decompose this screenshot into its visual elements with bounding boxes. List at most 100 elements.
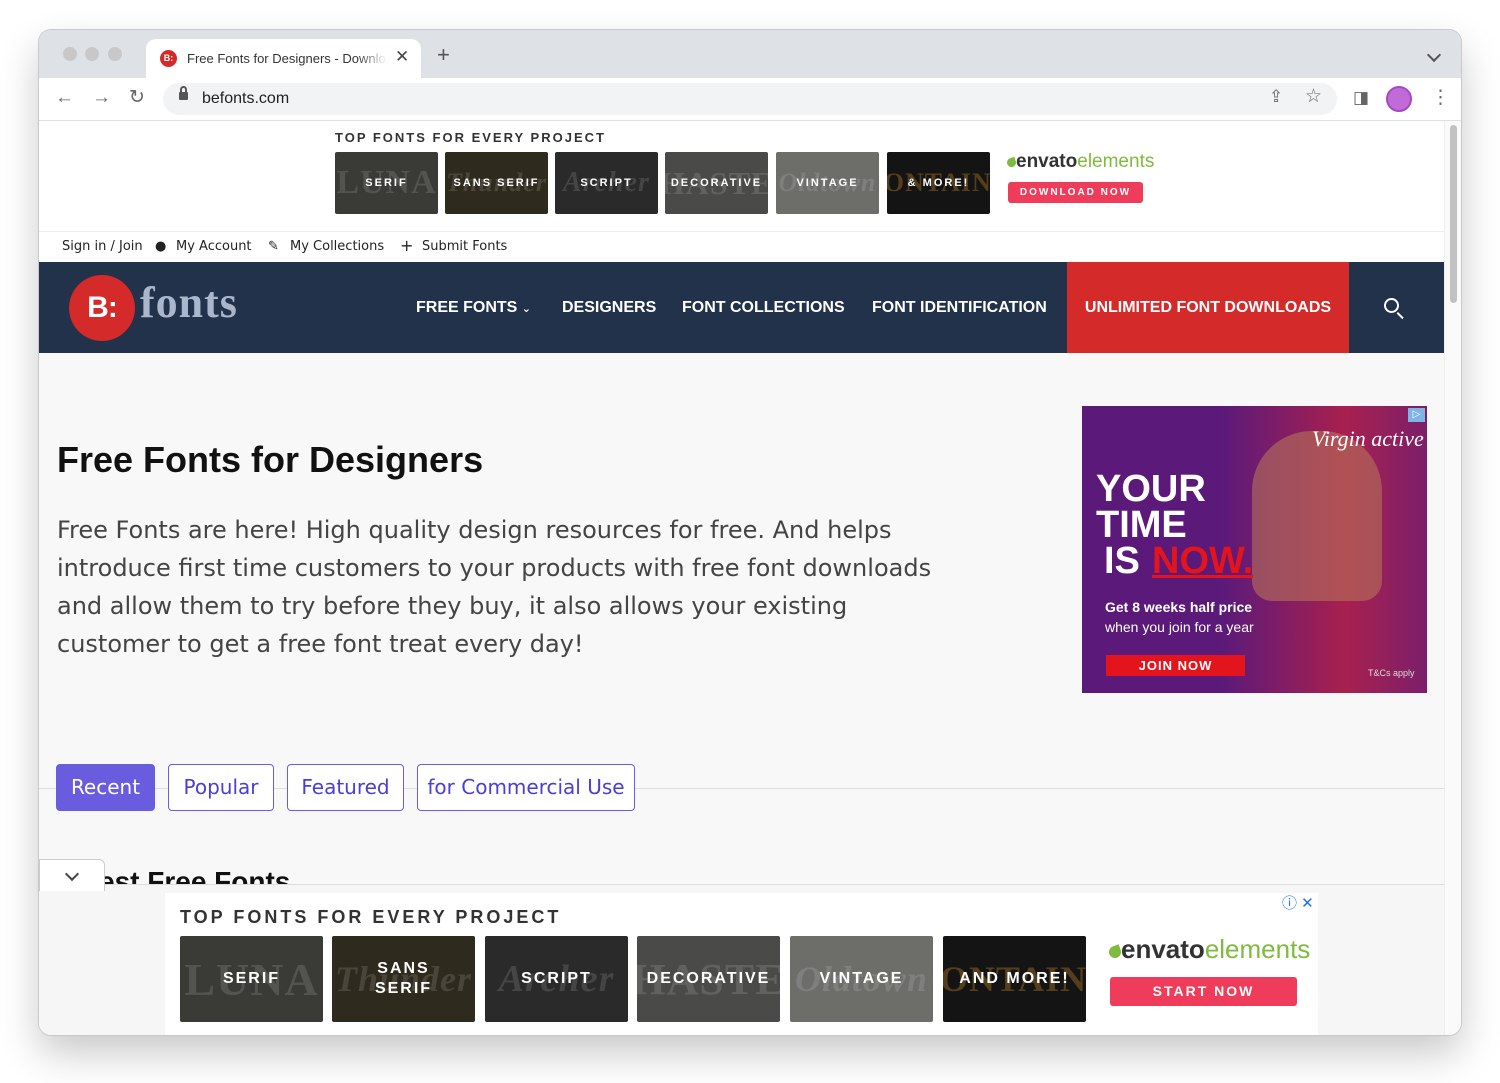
ad-brand-logo: Virgin active: [1312, 426, 1424, 451]
forward-icon[interactable]: →: [92, 87, 111, 109]
ad-offer-detail: when you join for a year: [1105, 619, 1254, 635]
envato-brand: envato: [1121, 934, 1205, 964]
my-account-link[interactable]: My Account: [176, 239, 252, 254]
ad-tile-label: SERIF: [222, 970, 281, 987]
ad-tile-label: SCRIPT: [580, 177, 633, 189]
address-bar[interactable]: befonts.com ⇪ ☆: [163, 83, 1337, 115]
ad-tile-decorative[interactable]: HASTE DECORATIVE: [637, 936, 780, 1022]
user-icon: ●: [155, 239, 167, 254]
search-icon[interactable]: [1384, 298, 1399, 313]
site-logo-word[interactable]: fonts: [140, 277, 238, 328]
browser-window: B: Free Fonts for Designers - Download F…: [39, 30, 1461, 1035]
back-icon[interactable]: ←: [55, 87, 74, 109]
ad-tile-sans-serif[interactable]: Thunder SANS SERIF: [445, 152, 548, 214]
close-tab-icon[interactable]: ✕: [395, 48, 409, 66]
ad-heading: TOP FONTS FOR EVERY PROJECT: [335, 130, 606, 145]
ad-tile-script[interactable]: Archer SCRIPT: [485, 936, 628, 1022]
ad-tile-label: VINTAGE: [819, 970, 904, 987]
main-navbar: B: fonts FREE FONTS ⌄ DESIGNERS FONT COL…: [39, 262, 1444, 353]
nav-free-fonts-label: FREE FONTS: [416, 299, 518, 316]
reload-icon[interactable]: ↻: [129, 87, 145, 109]
tab-strip: B: Free Fonts for Designers - Download F…: [39, 30, 1461, 78]
ad-tile-more[interactable]: FONTAINE& MORE!: [887, 152, 990, 214]
envato-logo: envatoelements: [1107, 934, 1311, 965]
tab-title: Free Fonts for Designers - Download Free…: [187, 51, 387, 66]
plus-icon: +: [400, 236, 414, 255]
ad-tile-label: AND MORE!: [959, 970, 1070, 987]
nav-designers[interactable]: DESIGNERS: [562, 299, 656, 317]
page-scrollbar[interactable]: [1444, 121, 1461, 1035]
ad-tile-label: SANS SERIF: [374, 960, 433, 997]
tab-commercial-use[interactable]: for Commercial Use: [417, 764, 635, 811]
browser-tab[interactable]: B: Free Fonts for Designers - Download F…: [146, 39, 421, 78]
envato-brand: envato: [1016, 151, 1078, 172]
submit-fonts-link[interactable]: Submit Fonts: [422, 239, 507, 254]
adchoices-close-icon[interactable]: ⓘ ✕: [1282, 892, 1314, 913]
ad-tile-label: SCRIPT: [521, 970, 592, 987]
ad-headline-now: NOW.: [1152, 540, 1254, 582]
bottom-banner-ad[interactable]: TOP FONTS FOR EVERY PROJECT LUNA SERIF Th…: [165, 893, 1318, 1035]
ad-heading: TOP FONTS FOR EVERY PROJECT: [180, 907, 562, 927]
pin-icon: ✎: [268, 239, 279, 254]
ad-photo: [1252, 431, 1382, 601]
browser-toolbar: ← → ↻ befonts.com ⇪ ☆ ◨ ⋮: [39, 78, 1461, 121]
side-ad-virgin-active[interactable]: Virgin active YOUR TIME IS NOW. Get 8 we…: [1082, 406, 1427, 693]
share-icon[interactable]: ⇪: [1269, 86, 1283, 108]
nav-font-collections[interactable]: FONT COLLECTIONS: [682, 299, 845, 317]
envato-suffix: elements: [1077, 151, 1155, 172]
collapse-ad-button[interactable]: [39, 859, 105, 891]
profile-avatar[interactable]: [1386, 86, 1412, 112]
ad-tile-serif[interactable]: LUNA SERIF: [335, 152, 438, 214]
ad-tile-script[interactable]: Archer SCRIPT: [555, 152, 658, 214]
tab-recent[interactable]: Recent: [56, 764, 155, 811]
nav-font-identification[interactable]: FONT IDENTIFICATION: [872, 299, 1047, 317]
ad-tile-more[interactable]: FONTAINEAND MORE!: [943, 936, 1086, 1022]
ad-tile-label: DECORATIVE: [670, 177, 763, 189]
tab-search-chevron-icon[interactable]: [1426, 47, 1442, 63]
ad-headline-3: IS: [1104, 540, 1140, 582]
minimize-window-button[interactable]: [85, 47, 99, 61]
favicon-icon: B:: [160, 50, 177, 67]
ad-tile-sans-serif[interactable]: Thunder SANS SERIF: [332, 936, 475, 1022]
sticky-bottom-ad: TOP FONTS FOR EVERY PROJECT LUNA SERIF Th…: [39, 884, 1444, 1035]
chevron-down-icon: ⌄: [521, 303, 532, 315]
nav-free-fonts[interactable]: FREE FONTS ⌄: [416, 299, 531, 317]
user-bar: Sign in / Join ● My Account ✎ My Collect…: [39, 231, 1444, 262]
ad-tile-label: DECORATIVE: [646, 970, 771, 987]
envato-logo: envatoelements: [1005, 151, 1155, 173]
site-logo-mark[interactable]: B:: [69, 275, 135, 341]
scrollbar-thumb[interactable]: [1450, 125, 1457, 303]
ad-tile-decorative[interactable]: HASTE DECORATIVE: [665, 152, 768, 214]
start-now-button[interactable]: START NOW: [1110, 977, 1297, 1006]
ad-terms: T&Cs apply: [1368, 668, 1415, 678]
close-window-button[interactable]: [63, 47, 77, 61]
top-banner-ad[interactable]: TOP FONTS FOR EVERY PROJECT LUNA SERIF Th…: [39, 121, 1444, 231]
my-collections-link[interactable]: My Collections: [290, 239, 384, 254]
chevron-down-icon: [64, 866, 80, 882]
intro-paragraph: Free Fonts are here! High quality design…: [57, 516, 932, 658]
ad-headline-2: TIME: [1096, 504, 1187, 546]
sidepanel-icon[interactable]: ◨: [1353, 87, 1369, 109]
ad-offer: Get 8 weeks half price: [1105, 599, 1253, 615]
ad-tile-vintage[interactable]: Oldtown VINTAGE: [776, 152, 879, 214]
envato-suffix: elements: [1204, 934, 1311, 964]
signin-link[interactable]: Sign in / Join: [62, 239, 143, 254]
page-title: Free Fonts for Designers: [57, 439, 484, 480]
nav-unlimited-downloads[interactable]: UNLIMITED FONT DOWNLOADS: [1067, 262, 1349, 353]
download-now-button[interactable]: DOWNLOAD NOW: [1008, 182, 1143, 203]
tab-popular[interactable]: Popular: [168, 764, 274, 811]
menu-dots-icon[interactable]: ⋮: [1431, 87, 1450, 109]
new-tab-icon[interactable]: +: [437, 44, 450, 66]
ad-tile-vintage[interactable]: Oldtown VINTAGE: [790, 936, 933, 1022]
ad-tile-label: & MORE!: [907, 177, 970, 189]
url-text[interactable]: befonts.com: [202, 90, 289, 108]
join-now-button[interactable]: JOIN NOW: [1106, 655, 1245, 676]
lock-icon[interactable]: [179, 86, 188, 100]
adchoices-icon[interactable]: ▷: [1408, 408, 1425, 422]
star-icon[interactable]: ☆: [1305, 86, 1322, 108]
ad-tile-serif[interactable]: LUNA SERIF: [180, 936, 323, 1022]
zoom-window-button[interactable]: [108, 47, 122, 61]
tab-featured[interactable]: Featured: [287, 764, 404, 811]
ad-tile-label: SANS SERIF: [453, 177, 540, 189]
ad-tile-label: VINTAGE: [796, 177, 859, 189]
